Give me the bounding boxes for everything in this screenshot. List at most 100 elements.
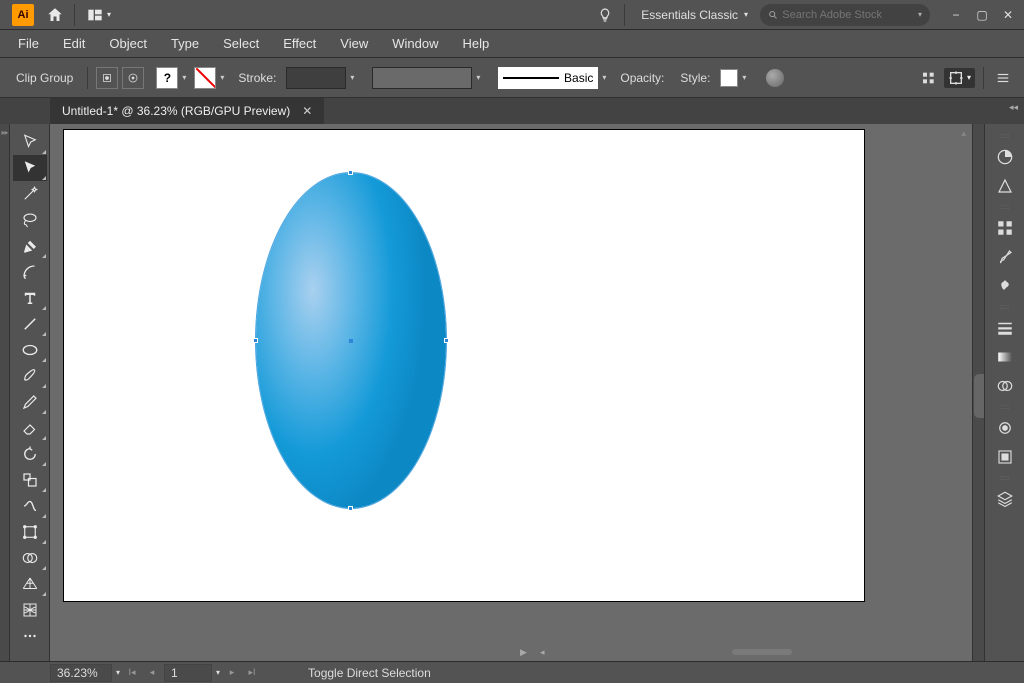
- anchor-point[interactable]: [348, 506, 353, 511]
- close-button[interactable]: ✕: [998, 8, 1018, 22]
- workspace-name: Essentials Classic: [641, 8, 738, 22]
- panel-grip[interactable]: ::::::: [991, 476, 1019, 482]
- menu-effect[interactable]: Effect: [271, 32, 328, 55]
- maximize-button[interactable]: ▢: [972, 8, 992, 22]
- expand-handle[interactable]: [974, 374, 984, 418]
- menu-window[interactable]: Window: [380, 32, 450, 55]
- magic-wand-tool[interactable]: [13, 181, 47, 207]
- layers-panel-icon[interactable]: [990, 485, 1020, 513]
- menu-object[interactable]: Object: [97, 32, 159, 55]
- panel-grip[interactable]: ::::::: [991, 205, 1019, 211]
- mesh-tool[interactable]: [13, 597, 47, 623]
- panel-grip[interactable]: ::::::: [991, 305, 1019, 311]
- panel-menu-button[interactable]: [992, 67, 1014, 89]
- anchor-point[interactable]: [348, 170, 353, 175]
- recolor-button[interactable]: [764, 67, 786, 89]
- menu-bar: File Edit Object Type Select Effect View…: [0, 30, 1024, 58]
- separator: [74, 4, 75, 26]
- panel-grip[interactable]: ::::::: [991, 134, 1019, 140]
- pen-tool[interactable]: [13, 233, 47, 259]
- scroll-up-button[interactable]: ▴: [961, 128, 966, 139]
- perspective-grid-tool[interactable]: [13, 571, 47, 597]
- left-dock-spine[interactable]: ▸▸: [0, 124, 10, 661]
- workspace-switcher[interactable]: Essentials Classic ▾: [629, 2, 760, 28]
- chevron-down-icon: ▾: [107, 10, 111, 19]
- menu-help[interactable]: Help: [450, 32, 501, 55]
- document-tab-strip: Untitled-1* @ 36.23% (RGB/GPU Preview) ✕…: [0, 98, 1024, 124]
- menu-edit[interactable]: Edit: [51, 32, 97, 55]
- lasso-tool[interactable]: [13, 207, 47, 233]
- type-tool[interactable]: [13, 285, 47, 311]
- last-artboard-button[interactable]: ▸I: [244, 665, 260, 681]
- swatches-panel-icon[interactable]: [990, 214, 1020, 242]
- menu-type[interactable]: Type: [159, 32, 211, 55]
- minimize-button[interactable]: −: [946, 8, 966, 22]
- tips-button[interactable]: [590, 2, 620, 28]
- stroke-panel-icon[interactable]: [990, 314, 1020, 342]
- width-tool[interactable]: [13, 493, 47, 519]
- curvature-tool[interactable]: [13, 259, 47, 285]
- horizontal-scrollbar[interactable]: [732, 649, 792, 655]
- canvas[interactable]: ▴ ▶ ◂: [50, 124, 972, 661]
- scale-tool[interactable]: [13, 467, 47, 493]
- selection-type-label: Clip Group: [10, 71, 79, 85]
- search-stock[interactable]: ▾: [760, 4, 930, 26]
- fill-swatch[interactable]: ?▾: [156, 67, 190, 89]
- anchor-point[interactable]: [253, 338, 258, 343]
- menu-file[interactable]: File: [6, 32, 51, 55]
- prev-artboard-button[interactable]: ◂: [144, 665, 160, 681]
- align-button[interactable]: [918, 67, 940, 89]
- right-panel-dock: :::::: :::::: :::::: :::::: ::::::: [984, 124, 1024, 661]
- style-label: Style:: [674, 71, 716, 85]
- document-tab[interactable]: Untitled-1* @ 36.23% (RGB/GPU Preview) ✕: [50, 98, 324, 124]
- more-tools[interactable]: [13, 623, 47, 649]
- stroke-weight-input[interactable]: ▾: [286, 67, 358, 89]
- ellipse-shape[interactable]: [256, 173, 446, 508]
- artboard[interactable]: [64, 130, 864, 601]
- anchor-point[interactable]: [444, 338, 449, 343]
- appearance-panel-icon[interactable]: [990, 414, 1020, 442]
- selection-tool[interactable]: [13, 129, 47, 155]
- graphic-style[interactable]: ▾: [720, 69, 750, 87]
- transform-button[interactable]: ▾: [944, 68, 975, 88]
- tab-title: Untitled-1* @ 36.23% (RGB/GPU Preview): [62, 104, 290, 118]
- gradient-panel-icon[interactable]: [990, 343, 1020, 371]
- shape-builder-tool[interactable]: [13, 545, 47, 571]
- rotate-tool[interactable]: [13, 441, 47, 467]
- close-tab-button[interactable]: ✕: [302, 104, 312, 118]
- variable-width-profile[interactable]: ▾: [372, 67, 484, 89]
- first-artboard-button[interactable]: I◂: [124, 665, 140, 681]
- ellipse-tool[interactable]: [13, 337, 47, 363]
- symbols-panel-icon[interactable]: [990, 272, 1020, 300]
- eraser-tool[interactable]: [13, 415, 47, 441]
- chevron-down-icon[interactable]: ▾: [116, 668, 120, 677]
- arrange-documents-button[interactable]: ▾: [79, 2, 119, 28]
- artboard-number-input[interactable]: 1: [164, 664, 212, 682]
- transparency-panel-icon[interactable]: [990, 372, 1020, 400]
- direct-selection-tool[interactable]: [13, 155, 47, 181]
- center-point[interactable]: [349, 339, 353, 343]
- edit-contents-button[interactable]: [96, 67, 118, 89]
- graphic-styles-panel-icon[interactable]: [990, 443, 1020, 471]
- panel-grip[interactable]: ::::::: [991, 405, 1019, 411]
- search-input[interactable]: [782, 9, 914, 21]
- right-collapse-gutter[interactable]: [972, 124, 984, 661]
- menu-view[interactable]: View: [328, 32, 380, 55]
- pencil-tool[interactable]: [13, 389, 47, 415]
- zoom-input[interactable]: 36.23%: [50, 664, 112, 682]
- stroke-swatch[interactable]: ▾: [194, 67, 228, 89]
- line-segment-tool[interactable]: [13, 311, 47, 337]
- menu-select[interactable]: Select: [211, 32, 271, 55]
- paintbrush-tool[interactable]: [13, 363, 47, 389]
- isolate-button[interactable]: [122, 67, 144, 89]
- play-button[interactable]: ▶: [520, 647, 527, 658]
- color-guide-panel-icon[interactable]: [990, 172, 1020, 200]
- home-button[interactable]: [40, 2, 70, 28]
- color-panel-icon[interactable]: [990, 143, 1020, 171]
- brush-definition[interactable]: Basic▾: [498, 67, 610, 89]
- next-artboard-button[interactable]: ▸: [224, 665, 240, 681]
- brushes-panel-icon[interactable]: [990, 243, 1020, 271]
- free-transform-tool[interactable]: [13, 519, 47, 545]
- chevron-down-icon[interactable]: ▾: [216, 668, 220, 677]
- scroll-left-button[interactable]: ◂: [540, 647, 545, 658]
